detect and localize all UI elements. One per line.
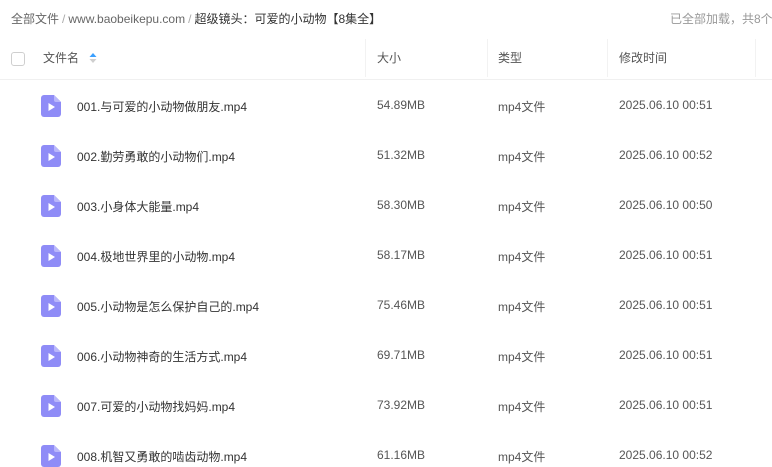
video-file-icon — [41, 445, 61, 467]
file-browser: 全部文件 / www.baobeikepu.com / 超级镜头：可爱的小动物【8集全】… — [0, 0, 772, 467]
select-all-checkbox[interactable] — [11, 52, 25, 66]
file-type: mp4文件 — [498, 100, 546, 114]
file-size: 58.17MB — [377, 248, 426, 262]
file-type: mp4文件 — [498, 400, 546, 414]
file-modified: 2025.06.10 00:51 — [619, 248, 713, 262]
table-row[interactable]: 008.机智又勇敢的啮齿动物.mp4 61.16MB mp4文件 2025.06… — [0, 430, 772, 467]
file-type: mp4文件 — [498, 150, 546, 164]
breadcrumb-separator: / — [62, 12, 66, 26]
file-size: 69.71MB — [377, 348, 426, 362]
file-modified: 2025.06.10 00:51 — [619, 398, 713, 412]
file-size: 54.89MB — [377, 98, 426, 112]
file-name[interactable]: 005.小动物是怎么保护自己的.mp4 — [77, 298, 259, 315]
column-size-header[interactable]: 大小 — [377, 37, 401, 79]
video-file-icon — [41, 195, 61, 217]
file-type: mp4文件 — [498, 450, 546, 464]
breadcrumb: 全部文件 / www.baobeikepu.com / 超级镜头：可爱的小动物【8集全】 — [11, 10, 381, 27]
video-file-icon — [41, 295, 61, 317]
breadcrumb-root[interactable]: 全部文件 — [11, 12, 59, 26]
column-divider[interactable] — [487, 39, 488, 77]
sort-icon[interactable] — [89, 52, 97, 64]
file-modified: 2025.06.10 00:50 — [619, 198, 713, 212]
table-row[interactable]: 005.小动物是怎么保护自己的.mp4 75.46MB mp4文件 2025.0… — [0, 280, 772, 330]
file-size: 75.46MB — [377, 298, 426, 312]
table-row[interactable]: 003.小身体大能量.mp4 58.30MB mp4文件 2025.06.10 … — [0, 180, 772, 230]
table-header: 文件名 大小 类型 修改时间 — [0, 37, 772, 80]
column-name-header[interactable]: 文件名 — [43, 37, 79, 79]
file-modified: 2025.06.10 00:51 — [619, 98, 713, 112]
top-bar: 全部文件 / www.baobeikepu.com / 超级镜头：可爱的小动物【8集全】… — [0, 0, 772, 36]
breadcrumb-separator: / — [188, 12, 192, 26]
file-name[interactable]: 004.极地世界里的小动物.mp4 — [77, 248, 235, 265]
file-name[interactable]: 006.小动物神奇的生活方式.mp4 — [77, 348, 247, 365]
column-divider[interactable] — [365, 39, 366, 77]
file-size: 51.32MB — [377, 148, 426, 162]
file-name[interactable]: 001.与可爱的小动物做朋友.mp4 — [77, 98, 247, 115]
file-type: mp4文件 — [498, 250, 546, 264]
file-name[interactable]: 002.勤劳勇敢的小动物们.mp4 — [77, 148, 235, 165]
file-modified: 2025.06.10 00:51 — [619, 348, 713, 362]
table-row[interactable]: 004.极地世界里的小动物.mp4 58.17MB mp4文件 2025.06.… — [0, 230, 772, 280]
breadcrumb-current: 超级镜头：可爱的小动物【8集全】 — [194, 12, 382, 26]
file-type: mp4文件 — [498, 350, 546, 364]
file-modified: 2025.06.10 00:52 — [619, 448, 713, 462]
video-file-icon — [41, 395, 61, 417]
file-name[interactable]: 007.可爱的小动物找妈妈.mp4 — [77, 398, 235, 415]
file-type: mp4文件 — [498, 300, 546, 314]
column-modified-header[interactable]: 修改时间 — [619, 37, 667, 79]
table-row[interactable]: 007.可爱的小动物找妈妈.mp4 73.92MB mp4文件 2025.06.… — [0, 380, 772, 430]
table-row[interactable]: 002.勤劳勇敢的小动物们.mp4 51.32MB mp4文件 2025.06.… — [0, 130, 772, 180]
file-size: 61.16MB — [377, 448, 426, 462]
file-modified: 2025.06.10 00:51 — [619, 298, 713, 312]
video-file-icon — [41, 145, 61, 167]
table-row[interactable]: 001.与可爱的小动物做朋友.mp4 54.89MB mp4文件 2025.06… — [0, 80, 772, 130]
column-divider[interactable] — [607, 39, 608, 77]
file-size: 58.30MB — [377, 198, 426, 212]
file-type: mp4文件 — [498, 200, 546, 214]
file-name[interactable]: 003.小身体大能量.mp4 — [77, 198, 199, 215]
video-file-icon — [41, 95, 61, 117]
breadcrumb-site[interactable]: www.baobeikepu.com — [68, 12, 185, 26]
table-row[interactable]: 006.小动物神奇的生活方式.mp4 69.71MB mp4文件 2025.06… — [0, 330, 772, 380]
file-size: 73.92MB — [377, 398, 426, 412]
column-divider[interactable] — [755, 39, 756, 77]
file-modified: 2025.06.10 00:52 — [619, 148, 713, 162]
video-file-icon — [41, 245, 61, 267]
column-type-header[interactable]: 类型 — [498, 37, 522, 79]
video-file-icon — [41, 345, 61, 367]
load-status: 已全部加载，共8个 — [670, 12, 772, 26]
file-name[interactable]: 008.机智又勇敢的啮齿动物.mp4 — [77, 448, 247, 465]
